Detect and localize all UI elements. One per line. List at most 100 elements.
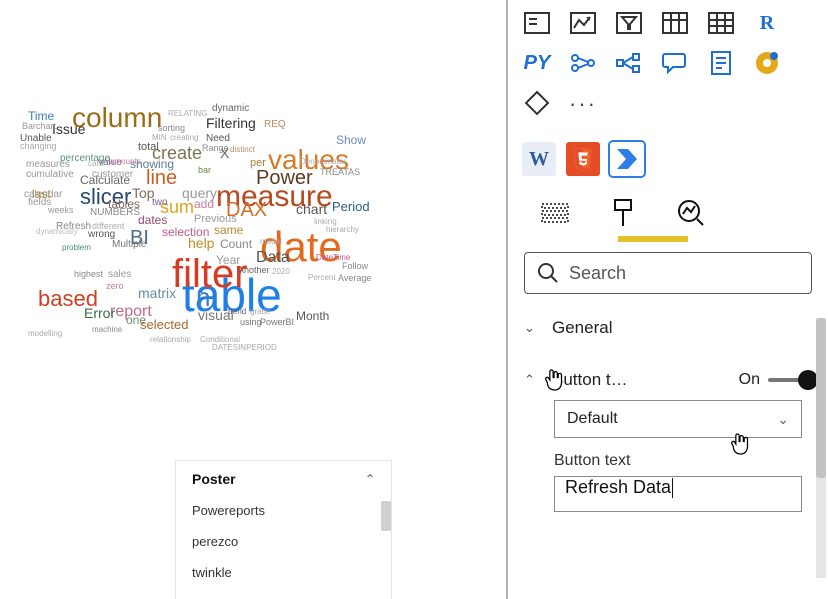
wordcloud-word[interactable]: Filtering [206, 116, 256, 130]
wordcloud-word[interactable]: dynamic [212, 104, 249, 114]
wordcloud-word[interactable]: Year [216, 254, 240, 266]
wordcloud-word[interactable]: add [194, 198, 214, 210]
wordcloud-word[interactable]: RELATING [168, 110, 207, 118]
wordcloud-word[interactable]: problem [62, 244, 91, 252]
wordcloud-word[interactable]: total [138, 142, 159, 153]
arcgis-map-icon[interactable] [752, 50, 782, 76]
wordcloud-word[interactable]: PowerBI [260, 318, 294, 327]
pane-scrollbar[interactable] [816, 318, 826, 578]
wordcloud-word[interactable]: n [196, 284, 210, 310]
button-text-input[interactable]: Refresh Data [554, 476, 802, 512]
wordcloud-word[interactable]: dynamically [36, 228, 78, 236]
wordcloud-word[interactable]: using [240, 318, 262, 327]
wordcloud-word[interactable]: Month [296, 310, 329, 322]
wordcloud-word[interactable]: modelling [28, 330, 62, 338]
wordcloud-word[interactable]: Period [332, 200, 370, 213]
wordcloud-word[interactable]: relationship [150, 336, 191, 344]
wordcloud-word[interactable]: hierarchy [326, 226, 359, 234]
wordcloud-word[interactable]: customer [92, 170, 133, 180]
wordcloud-word[interactable]: matrix [138, 286, 176, 300]
wordcloud-word[interactable]: Power [256, 168, 313, 188]
wordcloud-visual[interactable]: tabledatefiltermeasurevaluescolumnbasedP… [20, 30, 400, 370]
wordcloud-word[interactable]: Another [238, 266, 270, 275]
wordcloud-word[interactable]: machine [92, 326, 122, 334]
scrollbar-thumb[interactable] [816, 318, 826, 478]
wordcloud-word[interactable]: Multiple [112, 240, 146, 250]
chevron-up-icon[interactable]: ⌃ [365, 472, 375, 486]
matrix-icon[interactable] [706, 10, 736, 36]
button-state-dropdown[interactable]: Default ⌄ [554, 400, 802, 438]
wordcloud-word[interactable]: Data [256, 250, 290, 266]
wordcloud-word[interactable]: per [250, 158, 266, 169]
fields-tab[interactable] [538, 196, 572, 230]
analytics-tab[interactable] [674, 196, 708, 230]
wordcloud-word[interactable]: Average [338, 274, 371, 283]
wordcloud-word[interactable]: bar [198, 166, 211, 175]
card-multirow-icon[interactable] [522, 10, 552, 36]
format-tab[interactable] [606, 196, 640, 230]
more-visuals-button[interactable]: ··· [568, 90, 598, 116]
wordcloud-word[interactable]: DateTime [316, 254, 350, 262]
toggle-switch[interactable] [768, 378, 812, 382]
wordcloud-word[interactable]: cumulative [26, 170, 74, 180]
list-item[interactable]: perezco [176, 526, 391, 557]
wordcloud-word[interactable]: card [88, 160, 104, 168]
wordcloud-word[interactable]: selected [140, 318, 188, 331]
html5-custom-visual-icon[interactable] [566, 142, 600, 176]
wordcloud-word[interactable]: zero [106, 282, 124, 291]
wordcloud-word[interactable]: creating [170, 134, 198, 142]
wordcloud-word[interactable]: one [126, 314, 146, 326]
wordcloud-word[interactable]: linking [314, 218, 337, 226]
scrollbar-thumb[interactable] [381, 501, 391, 531]
list-item[interactable]: Powereports [176, 495, 391, 526]
wordcloud-word[interactable]: Percent [308, 274, 336, 282]
wordcloud-word[interactable]: Error [84, 306, 115, 320]
wordcloud-word[interactable]: Barchart [22, 122, 56, 131]
key-influencers-icon[interactable] [568, 50, 598, 76]
wordcloud-word[interactable]: different [92, 222, 124, 231]
wordcloud-word[interactable]: weeks [48, 206, 74, 215]
wordcloud-word[interactable]: chart [296, 202, 327, 216]
wordcloud-word[interactable]: REQ [264, 120, 286, 130]
wordcloud-word[interactable]: two [152, 198, 168, 208]
wordcloud-word[interactable]: distinct [230, 146, 255, 154]
wordcloud-word[interactable]: NUMBERS [90, 208, 140, 218]
power-apps-icon[interactable] [522, 90, 552, 116]
wordcloud-word[interactable]: grade [250, 308, 270, 316]
button-text-toggle[interactable]: On [739, 371, 812, 389]
wordcloud-word[interactable]: Follow [342, 262, 368, 271]
poster-panel[interactable]: Poster ⌃ Powereports perezco twinkle [175, 460, 392, 599]
general-section-header[interactable]: ⌄ General [524, 308, 812, 348]
wordcloud-word[interactable]: amounts [110, 158, 141, 166]
wordcloud-word[interactable]: 2020 [272, 268, 290, 276]
wordcloud-word[interactable]: Count [220, 238, 252, 250]
wordcloud-word[interactable]: dates [138, 214, 167, 226]
wordcloud-word[interactable]: Need [206, 134, 230, 144]
wordcloud-word[interactable]: changing [20, 142, 57, 151]
wordcloud-word[interactable]: sales [108, 270, 131, 280]
wordcloud-word[interactable]: highest [74, 270, 103, 279]
slicer-icon[interactable] [614, 10, 644, 36]
wordcloud-word[interactable]: column [72, 104, 162, 132]
qa-visual-icon[interactable] [660, 50, 690, 76]
r-visual-icon[interactable]: R [752, 10, 782, 36]
report-canvas[interactable]: tabledatefiltermeasurevaluescolumnbasedP… [0, 0, 506, 599]
wordcloud-word[interactable]: trend [228, 308, 246, 316]
word-cloud-custom-visual-icon[interactable]: W [522, 142, 556, 176]
wordcloud-word[interactable]: MIN [152, 134, 167, 142]
python-visual-icon[interactable]: PY [522, 50, 552, 76]
kpi-icon[interactable] [568, 10, 598, 36]
wordcloud-word[interactable]: sorting [158, 124, 185, 133]
decomposition-tree-icon[interactable] [614, 50, 644, 76]
wordcloud-word[interactable]: X [220, 146, 229, 160]
wordcloud-word[interactable]: measures [26, 160, 70, 170]
paginated-report-icon[interactable] [706, 50, 736, 76]
button-text-section-header[interactable]: ⌃ Button t… On [524, 360, 812, 400]
wordcloud-word[interactable]: Denominator [300, 158, 346, 166]
wordcloud-word[interactable]: selection [162, 226, 209, 238]
power-automate-custom-visual-icon[interactable] [610, 142, 644, 176]
wordcloud-word[interactable]: DATESINPERIOD [212, 344, 277, 352]
wordcloud-word[interactable]: TREATAS [320, 168, 360, 177]
wordcloud-word[interactable]: Show [336, 134, 366, 146]
wordcloud-word[interactable]: Issue [52, 122, 85, 136]
